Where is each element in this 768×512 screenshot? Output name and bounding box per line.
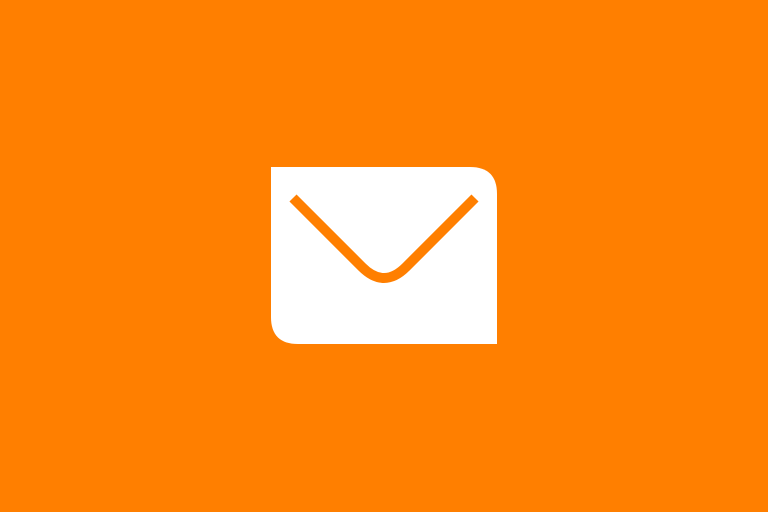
mail-app-logo <box>271 167 497 344</box>
mail-envelope-icon <box>271 167 497 344</box>
envelope-body <box>271 167 497 344</box>
splash-screen <box>0 0 768 512</box>
